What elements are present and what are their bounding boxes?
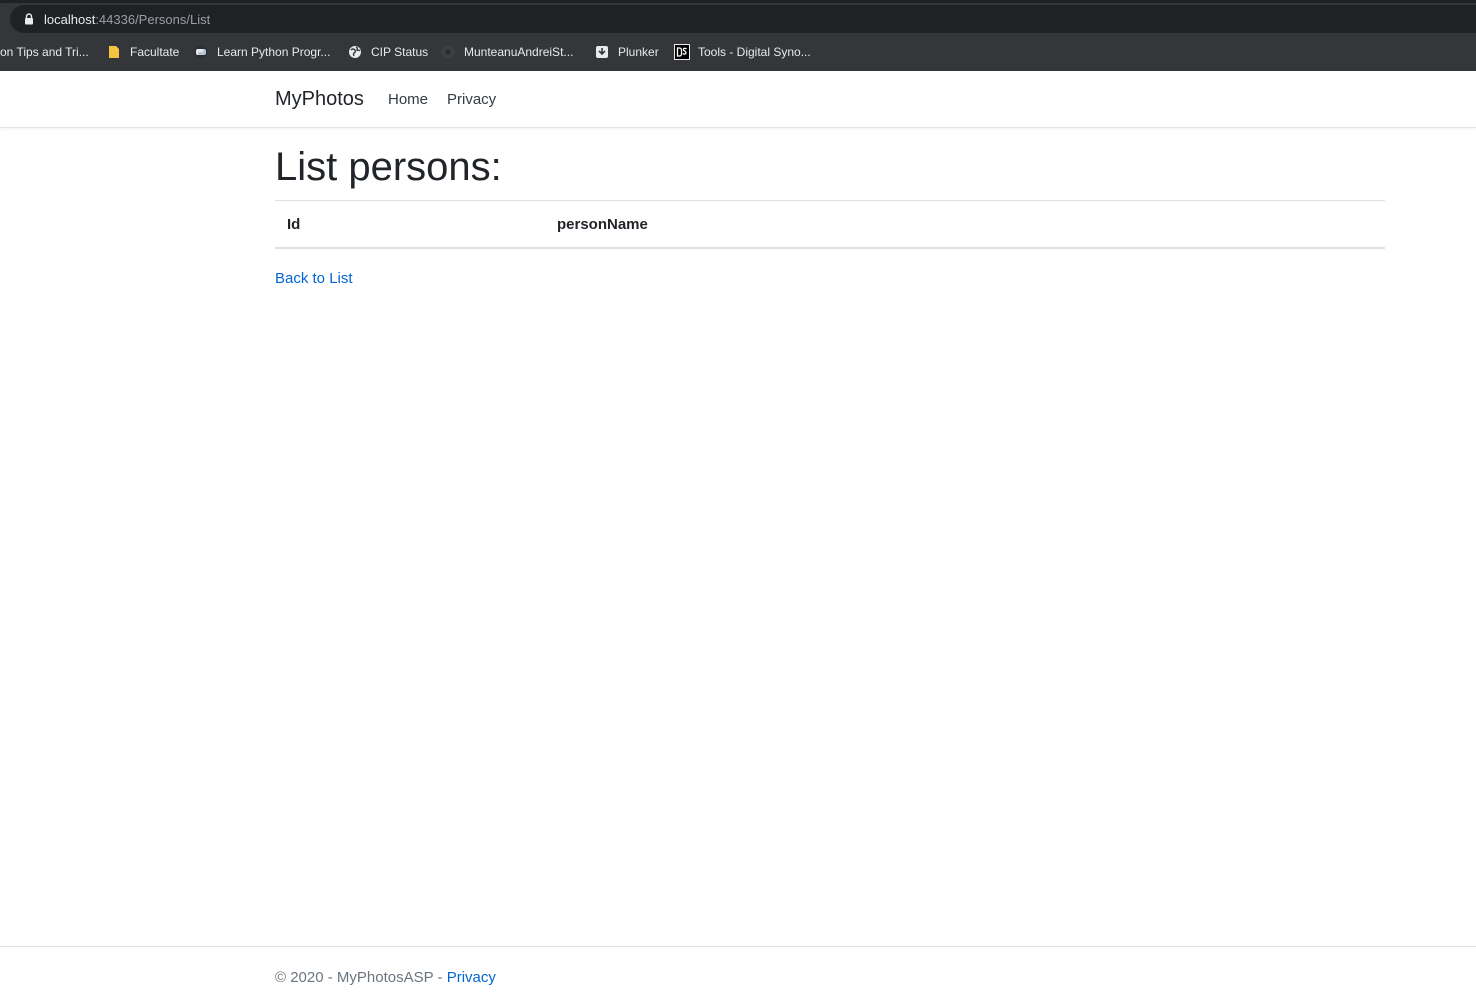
- url-path: :44336/Persons/List: [95, 11, 211, 27]
- bookmark-label: Plunker: [618, 45, 659, 59]
- folder-icon: [106, 44, 122, 60]
- bookmark-tips[interactable]: on Tips and Tri...: [0, 38, 97, 66]
- table-header-row: Id personName: [275, 200, 1385, 249]
- address-bar[interactable]: localhost:44336/Persons/List: [10, 5, 1476, 33]
- nav-link-home[interactable]: Home: [388, 91, 428, 108]
- bookmark-label: MunteanuAndreiSt...: [464, 45, 574, 59]
- copyright-text: © 2020 - MyPhotosASP -: [275, 969, 447, 986]
- footer-privacy-link[interactable]: Privacy: [447, 969, 496, 986]
- persons-table: Id personName: [275, 200, 1385, 249]
- nav-link-privacy[interactable]: Privacy: [447, 91, 496, 108]
- browser-chrome: localhost:44336/Persons/List on Tips and…: [0, 0, 1476, 71]
- bookmark-cip-status[interactable]: CIP Status: [339, 38, 436, 66]
- page-title: List persons:: [275, 145, 502, 189]
- bookmark-label: Tools - Digital Syno...: [698, 45, 811, 59]
- bookmark-digital-synopsis[interactable]: Tools - Digital Syno...: [666, 38, 819, 66]
- url-host: localhost: [44, 11, 96, 27]
- bookmark-label: on Tips and Tri...: [0, 45, 89, 59]
- brand-link[interactable]: MyPhotos: [275, 88, 364, 111]
- bookmark-learn-python[interactable]: Learn Python Progr...: [185, 38, 338, 66]
- tab-strip-edge: [0, 0, 1476, 3]
- site-footer: © 2020 - MyPhotosASP - Privacy: [0, 946, 1476, 1007]
- footer-text: © 2020 - MyPhotosASP - Privacy: [275, 969, 496, 986]
- bookmark-github[interactable]: MunteanuAndreiSt...: [432, 38, 581, 66]
- github-icon: [440, 44, 456, 60]
- column-header-id: Id: [275, 200, 545, 249]
- bookmark-label: CIP Status: [371, 45, 429, 59]
- site-navbar: MyPhotos Home Privacy: [0, 71, 1476, 128]
- bookmarks-bar: on Tips and Tri... Facultate Learn Pytho…: [0, 36, 1476, 68]
- bookmark-plunker[interactable]: Plunker: [586, 38, 667, 66]
- lock-icon[interactable]: [24, 13, 34, 25]
- bookmark-facultate[interactable]: Facultate: [98, 38, 187, 66]
- plunker-icon: [594, 44, 610, 60]
- bookmark-label: Learn Python Progr...: [217, 45, 331, 59]
- column-header-person-name: personName: [545, 200, 1385, 249]
- globe-icon: [347, 44, 363, 60]
- back-to-list-link[interactable]: Back to List: [275, 270, 353, 287]
- ds-icon: [674, 44, 690, 60]
- python-icon: [193, 44, 209, 60]
- bookmark-label: Facultate: [130, 45, 180, 59]
- table-header: Id personName: [275, 200, 1385, 249]
